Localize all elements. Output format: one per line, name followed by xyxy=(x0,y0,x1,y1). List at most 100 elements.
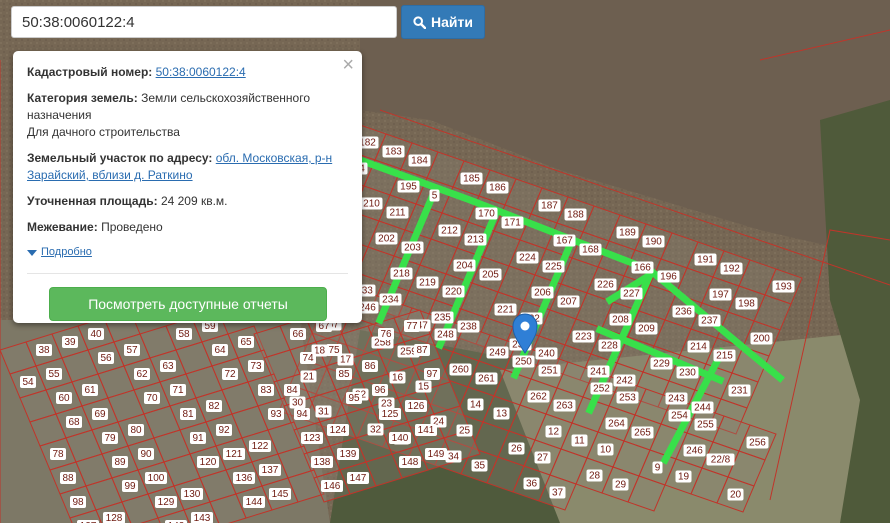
plot-number-label: 215 xyxy=(716,351,733,362)
area-label: Уточненная площадь: xyxy=(27,194,158,208)
plot-number-label: 189 xyxy=(619,228,636,239)
plot-number-label: 39 xyxy=(64,337,76,348)
plot-number-label: 26 xyxy=(511,444,523,455)
plot-number-label: 30 xyxy=(292,398,304,409)
plot-number-label: 141 xyxy=(418,425,435,436)
plot-number-label: 148 xyxy=(402,457,419,468)
cadastral-link[interactable]: 50:38:0060122:4 xyxy=(156,65,246,79)
plot-number-label: 202 xyxy=(378,234,395,245)
plot-number-label: 223 xyxy=(575,332,592,343)
survey-label: Межевание: xyxy=(27,220,98,234)
plot-number-label: 128 xyxy=(106,513,123,523)
plot-number-label: 89 xyxy=(114,457,126,468)
plot-number-label: 211 xyxy=(390,208,406,219)
plot-number-label: 213 xyxy=(467,235,484,246)
plot-number-label: 242 xyxy=(616,376,633,387)
plot-number-label: 197 xyxy=(712,290,729,301)
plot-number-label: 122 xyxy=(252,441,269,452)
plot-number-label: 214 xyxy=(690,342,707,353)
plot-number-label: 251 xyxy=(541,366,558,377)
plot-number-label: 120 xyxy=(200,457,217,468)
plot-number-label: 27 xyxy=(537,453,549,464)
plot-number-label: 25 xyxy=(459,426,471,437)
plot-number-label: 29 xyxy=(615,480,627,491)
plot-number-label: 262 xyxy=(530,392,547,403)
plot-number-label: 20 xyxy=(730,490,742,501)
plot-number-label: 208 xyxy=(612,315,629,326)
plot-number-label: 256 xyxy=(749,438,766,449)
plot-number-label: 231 xyxy=(731,386,748,397)
plot-number-label: 93 xyxy=(270,409,282,420)
plot-number-label: 36 xyxy=(526,479,538,490)
plot-number-label: 22/8 xyxy=(711,455,731,466)
plot-number-label: 145 xyxy=(272,489,289,500)
plot-number-label: 236 xyxy=(675,307,692,318)
category-row: Категория земель: Земли сельскохозяйстве… xyxy=(27,90,348,141)
plot-number-label: 74 xyxy=(302,353,314,364)
plot-number-label: 205 xyxy=(482,270,499,281)
search-button[interactable]: Найти xyxy=(401,5,485,39)
plot-number-label: 203 xyxy=(404,243,421,254)
plot-number-label: 238 xyxy=(460,322,477,333)
plot-number-label: 246 xyxy=(686,446,703,457)
survey-value: Проведено xyxy=(101,220,163,234)
details-link[interactable]: Подробно xyxy=(41,244,92,261)
plot-number-label: 121 xyxy=(226,449,243,460)
category-use: Для дачного строительства xyxy=(27,125,180,139)
plot-number-label: 123 xyxy=(304,433,321,444)
plot-number-label: 126 xyxy=(408,401,425,412)
plot-number-label: 187 xyxy=(541,201,558,212)
plot-number-label: 255 xyxy=(697,420,714,431)
plot-number-label: 37 xyxy=(552,488,564,499)
plot-number-label: 166 xyxy=(634,263,651,274)
plot-number-label: 17 xyxy=(340,355,352,366)
plot-number-label: 97 xyxy=(426,369,438,380)
plot-number-label: 186 xyxy=(489,183,506,194)
plot-number-label: 124 xyxy=(330,425,347,436)
plot-number-label: 66 xyxy=(292,329,304,340)
plot-number-label: 60 xyxy=(58,393,70,404)
close-icon[interactable]: × xyxy=(342,54,354,76)
plot-number-label: 241 xyxy=(590,367,607,378)
plot-number-label: 138 xyxy=(314,457,331,468)
plot-number-label: 140 xyxy=(392,433,409,444)
category-label: Категория земель: xyxy=(27,91,138,105)
search-input[interactable] xyxy=(11,6,397,38)
cadastral-row: Кадастровый номер: 50:38:0060122:4 xyxy=(27,64,348,81)
plot-number-label: 23 xyxy=(381,399,393,410)
plot-number-label: 64 xyxy=(214,345,226,356)
plot-number-label: 228 xyxy=(601,341,618,352)
plot-number-label: 129 xyxy=(158,497,175,508)
plot-number-label: 224 xyxy=(519,253,536,264)
plot-number-label: 243 xyxy=(668,394,685,405)
view-reports-button[interactable]: Посмотреть доступные отчеты xyxy=(49,287,327,321)
plot-number-label: 63 xyxy=(162,361,174,372)
plot-number-label: 207 xyxy=(560,297,577,308)
search-icon xyxy=(413,15,426,29)
plot-number-label: 75 xyxy=(328,345,340,356)
plot-number-label: 206 xyxy=(534,288,551,299)
plot-number-label: 226 xyxy=(597,280,614,291)
plot-number-label: 190 xyxy=(645,237,662,248)
plot-number-label: 244 xyxy=(694,403,711,414)
plot-number-label: 56 xyxy=(100,353,112,364)
plot-number-label: 170 xyxy=(478,209,495,220)
plot-number-label: 32 xyxy=(370,425,382,436)
plot-number-label: 78 xyxy=(52,449,64,460)
plot-number-label: 220 xyxy=(445,287,462,298)
plot-number-label: 149 xyxy=(428,449,445,460)
plot-number-label: 254 xyxy=(671,411,688,422)
plot-number-label: 82 xyxy=(208,401,220,412)
plot-number-label: 40 xyxy=(90,329,102,340)
plot-number-label: 69 xyxy=(94,409,106,420)
plot-number-label: 86 xyxy=(364,361,376,372)
plot-number-label: 139 xyxy=(340,449,357,460)
plot-number-label: 204 xyxy=(456,261,473,272)
plot-number-label: 16 xyxy=(392,373,404,384)
plot-number-label: 219 xyxy=(419,278,436,289)
plot-number-label: 77 xyxy=(406,321,418,332)
plot-number-label: 35 xyxy=(474,461,486,472)
plot-number-label: 227 xyxy=(623,289,640,300)
details-toggle[interactable]: Подробно xyxy=(27,244,348,261)
plot-number-label: 229 xyxy=(653,359,670,370)
